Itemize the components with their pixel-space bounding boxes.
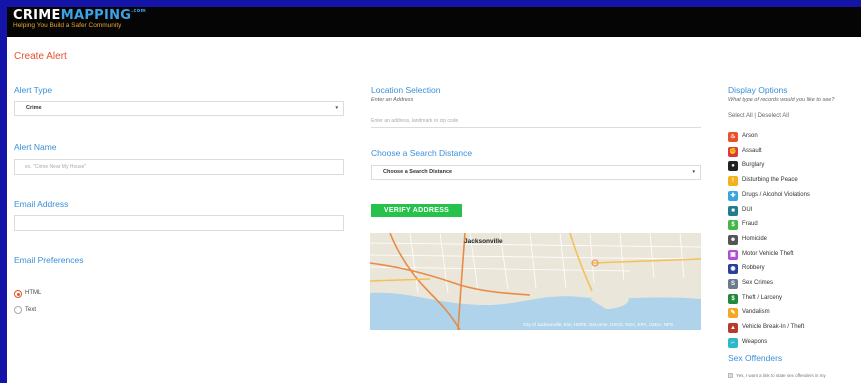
display-options-sublabel: What type of records would you like to s… [728,97,835,103]
site-header: CRIMEMAPPING.com Helping You Build a Saf… [7,7,861,37]
email-address-label: Email Address [14,199,69,209]
crimemapping-logo[interactable]: CRIMEMAPPING.com Helping You Build a Saf… [13,9,146,30]
category-label: Sex Crimes [742,280,774,286]
map-city-label: Jacksonville [464,238,503,245]
spray-icon: ✎ [728,308,738,319]
search-distance-label: Choose a Search Distance [371,148,473,158]
category-label: Assault [742,147,762,154]
pill-icon: ✚ [728,190,738,201]
category-label: Vandalism [742,309,770,316]
html-radio[interactable] [14,290,22,298]
verify-address-button[interactable]: VERIFY ADDRESS [371,204,462,217]
location-map[interactable]: Jacksonville City of Jacksonville, Esri,… [370,233,701,330]
search-distance-select[interactable]: Choose a Search Distance ▾ [371,165,701,180]
sex-offenders-checkbox-text: Yes, I want a link to state sex offender… [736,373,826,378]
category-label: Fraud [742,221,758,228]
skull-icon: ☻ [728,234,738,245]
gender-icon: S [728,279,738,289]
chevron-down-icon: ▾ [692,169,695,175]
map-graphic [370,233,701,330]
category-label: Robbery [742,265,765,272]
text-radio-label: Text [25,307,37,313]
logo-crime-text: CRIME [13,8,61,23]
category-label: Weapons [742,338,768,345]
sex-offenders-checkbox[interactable] [728,373,733,378]
email-address-input[interactable] [14,215,344,231]
chevron-down-icon: ▾ [335,105,338,111]
exclamation-icon: ! [728,176,738,187]
text-radio[interactable] [14,306,22,314]
category-label: Disturbing the Peace [742,177,798,184]
mask-icon: ● [728,161,738,172]
vehicle-icon: ▣ [728,249,738,260]
logo-mapping-text: MAPPING [60,8,132,23]
location-input[interactable]: Enter an address, landmark or zip code [371,116,701,128]
alert-type-label: Alert Type [14,85,53,95]
location-selection-label: Location Selection [371,85,441,95]
category-label: DUI [742,206,753,213]
select-all-links[interactable]: Select All | Deselect All [728,113,789,119]
location-sublabel: Enter an Address [371,97,414,103]
break-in-icon: ▲ [728,323,738,334]
car-icon: ■ [728,205,738,216]
sex-offenders-label: Sex Offenders [728,353,783,363]
category-label: Vehicle Break-In / Theft [742,324,805,331]
bag-icon: ◉ [728,264,738,275]
category-label: Motor Vehicle Theft [742,250,794,257]
gun-icon: ⌐ [728,337,738,348]
alert-type-select[interactable]: Crime ▾ [14,101,344,116]
search-distance-value: Choose a Search Distance [383,169,453,175]
create-alert-panel: Create Alert Alert Type Crime ▾ Alert Na… [7,37,861,383]
fist-icon: ✊ [728,146,738,157]
category-label: Drugs / Alcohol Violations [742,191,810,198]
page-title: Create Alert [14,51,67,62]
category-label: Arson [742,133,758,139]
alert-name-input[interactable]: ex. "Crime Near My House" [14,159,344,175]
category-label: Homicide [742,235,768,242]
dollar-icon: $ [728,293,738,304]
display-options-label: Display Options [728,85,788,95]
money-icon: $ [728,220,738,231]
html-radio-label: HTML [25,290,42,296]
flame-icon: ♨ [728,132,738,142]
category-label: Theft / Larceny [742,294,783,301]
alert-type-value: Crime [26,105,42,111]
location-placeholder: Enter an address, landmark or zip code [371,118,459,124]
alert-name-label: Alert Name [14,142,57,152]
logo-com-text: .com [131,8,146,14]
map-attribution: City of Jacksonville, Esri, HERE, DeLorm… [523,322,673,327]
alert-name-placeholder: ex. "Crime Near My House" [25,164,87,170]
email-preferences-label: Email Preferences [14,255,84,265]
category-label: Burglary [742,162,765,169]
logo-tagline: Helping You Build a Safer Community [13,22,122,29]
